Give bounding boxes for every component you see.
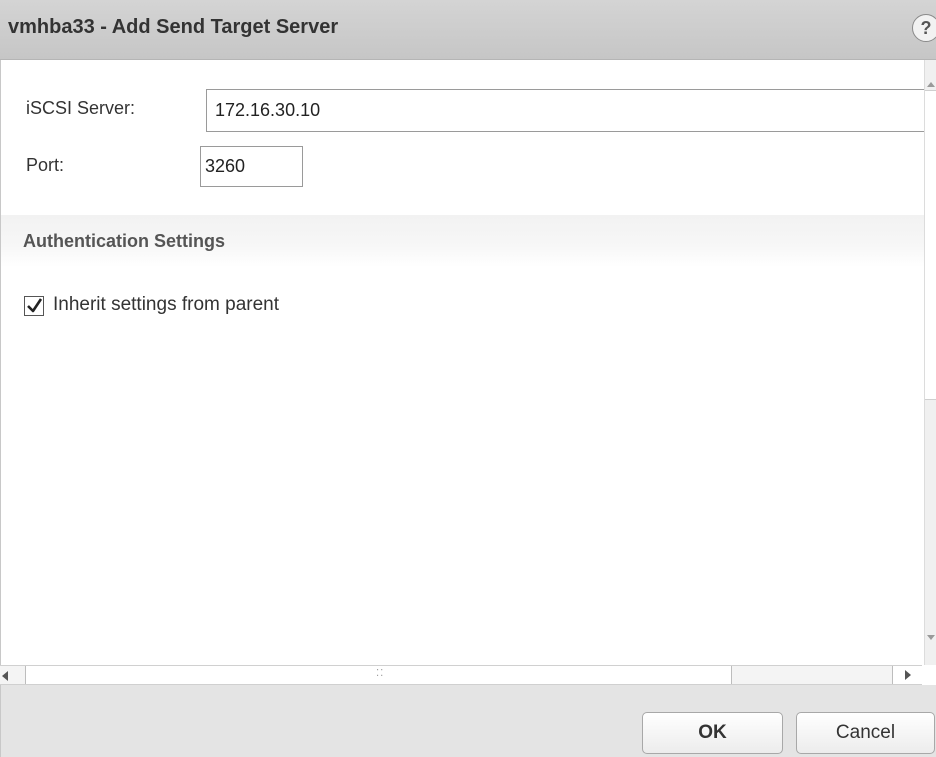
scroll-right-button[interactable] bbox=[892, 666, 922, 684]
ok-button[interactable]: OK bbox=[642, 712, 783, 754]
dialog-titlebar[interactable]: vmhba33 - Add Send Target Server ? bbox=[0, 0, 936, 60]
grip-icon: ⁚⁚ bbox=[376, 668, 385, 679]
port-label: Port: bbox=[26, 155, 65, 175]
scroll-down-icon[interactable] bbox=[927, 635, 935, 640]
scroll-left-icon[interactable] bbox=[2, 671, 8, 681]
dialog-footer: OK Cancel bbox=[0, 685, 936, 757]
inherit-settings-checkbox[interactable] bbox=[24, 296, 44, 316]
checkmark-icon bbox=[27, 298, 43, 313]
horizontal-scrollbar[interactable]: ⁚⁚ bbox=[0, 665, 922, 685]
add-send-target-server-dialog: vmhba33 - Add Send Target Server ? iSCSI… bbox=[0, 0, 936, 757]
port-input[interactable]: 3260 bbox=[200, 146, 303, 187]
horizontal-scroll-thumb[interactable]: ⁚⁚ bbox=[25, 666, 732, 684]
scroll-up-icon[interactable] bbox=[927, 82, 935, 87]
scroll-right-icon[interactable] bbox=[905, 670, 911, 680]
help-icon[interactable]: ? bbox=[912, 14, 936, 42]
authentication-settings-header: Authentication Settings bbox=[1, 215, 925, 267]
vertical-scroll-thumb[interactable] bbox=[925, 90, 936, 400]
inherit-settings-label[interactable]: Inherit settings from parent bbox=[53, 294, 279, 316]
vertical-scrollbar[interactable] bbox=[924, 60, 936, 665]
dialog-content: iSCSI Server: 172.16.30.10 Port: 3260 Au… bbox=[0, 60, 936, 665]
dialog-title: vmhba33 - Add Send Target Server bbox=[8, 16, 339, 38]
cancel-button[interactable]: Cancel bbox=[796, 712, 935, 754]
iscsi-server-label: iSCSI Server: bbox=[26, 98, 136, 118]
iscsi-server-input[interactable]: 172.16.30.10 bbox=[206, 89, 936, 132]
section-title: Authentication Settings bbox=[23, 231, 225, 251]
